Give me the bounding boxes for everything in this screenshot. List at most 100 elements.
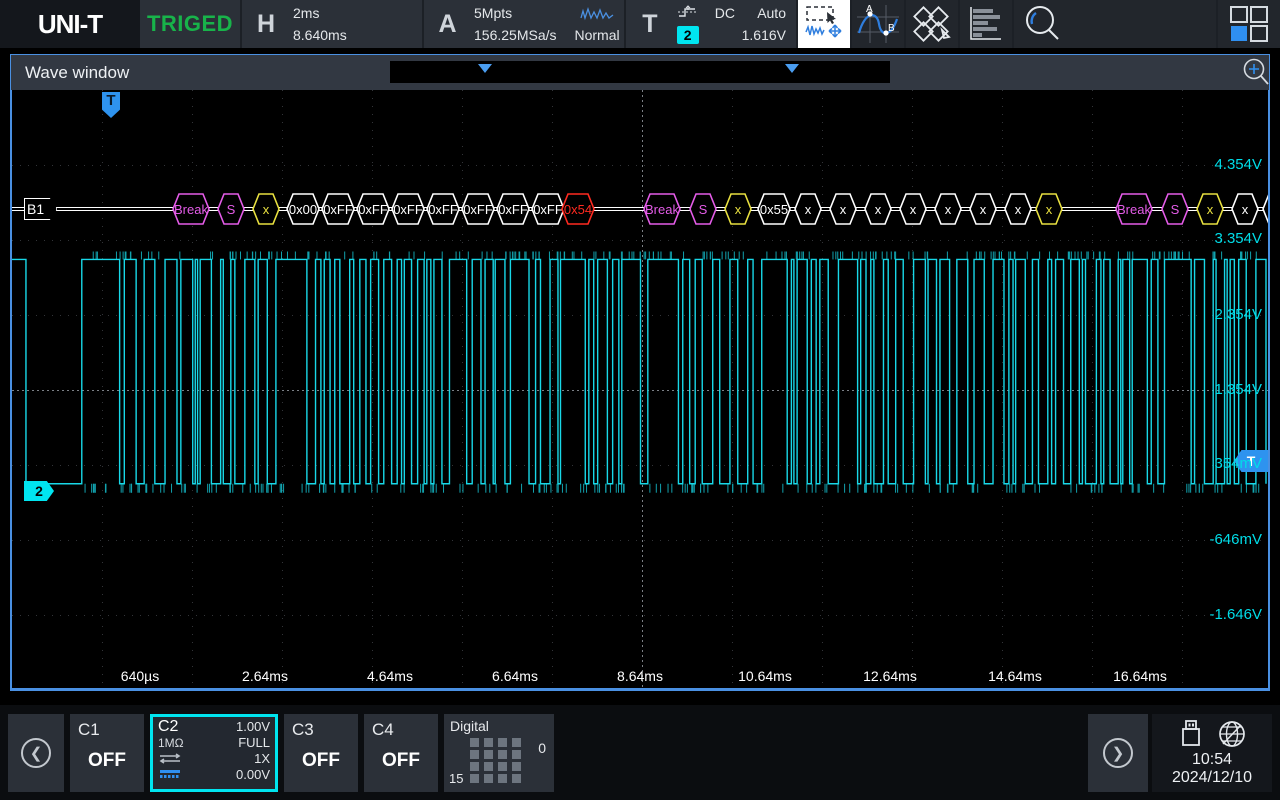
status-time: 10:54 [1192, 751, 1232, 769]
channel-c1-state: OFF [70, 750, 144, 772]
prev-page-button[interactable]: ❮ [8, 714, 64, 792]
channel-c2-bandwidth: FULL [238, 735, 270, 750]
channel2-waveform [12, 90, 1268, 688]
time-label: 2.64ms [242, 668, 288, 684]
digital-channels[interactable]: Digital 0 15 [444, 714, 554, 792]
measure-cursor-icon [803, 4, 845, 44]
digital-dot [498, 738, 507, 747]
digital-dot [512, 750, 521, 759]
top-toolbar: UNI-T TRIGED H 2ms 8.640ms A 5Mpts [0, 0, 1280, 48]
waveform-overview-bar[interactable] [390, 61, 890, 83]
channel-c2-volts-div: 1.00V [236, 719, 270, 734]
channel-c2-offset: 0.00V [236, 767, 270, 782]
horizontal-settings[interactable]: H 2ms 8.640ms [242, 0, 422, 48]
channel-c4[interactable]: C4 OFF [364, 714, 438, 792]
dc-coupling-icon [158, 752, 184, 765]
time-label: 640µs [121, 668, 159, 684]
digital-bottom-index: 15 [449, 771, 463, 786]
channel-c2-active[interactable]: C2 1.00V 1MΩ FULL 1X [150, 714, 278, 792]
digital-dot [498, 774, 507, 783]
histogram-icon [965, 4, 1007, 44]
network-icon [1218, 720, 1246, 748]
digital-dot [484, 762, 493, 771]
chevron-right-icon: ❯ [1103, 738, 1133, 768]
digital-dot [512, 774, 521, 783]
zoom-button[interactable] [1014, 0, 1072, 48]
trigger-coupling: DC [715, 5, 735, 21]
channel-c3-name: C3 [292, 720, 358, 740]
sample-rate: 156.25MSa/s [474, 27, 557, 43]
histogram-button[interactable] [960, 0, 1012, 48]
bandwidth-icon [158, 768, 184, 781]
acquire-settings[interactable]: A 5Mpts 156.25MSa/s Normal [424, 0, 624, 48]
voltage-label: 354mV [1214, 455, 1262, 472]
digital-dot [470, 762, 479, 771]
time-label: 6.64ms [492, 668, 538, 684]
overview-marker-1[interactable] [478, 64, 492, 73]
digital-dot [512, 738, 521, 747]
trigger-state-indicator: TRIGED [140, 0, 240, 48]
digital-dot [484, 774, 493, 783]
time-label: 16.64ms [1113, 668, 1167, 684]
chevron-left-icon: ❮ [21, 738, 51, 768]
brand-logo: UNI-T [0, 0, 140, 48]
status-clock[interactable]: 10:54 2024/12/10 [1152, 714, 1272, 792]
time-label: 14.64ms [988, 668, 1042, 684]
digital-dot [470, 774, 479, 783]
digital-dot [498, 750, 507, 759]
digital-top-index: 0 [538, 740, 546, 756]
channel-c3-state: OFF [284, 750, 358, 772]
math-icon [911, 4, 953, 44]
trigger-sweep: Auto [757, 5, 786, 21]
channel-c2-impedance: 1MΩ [158, 736, 184, 750]
next-page-button[interactable]: ❯ [1088, 714, 1148, 792]
xy-curve-button[interactable]: A B [852, 0, 904, 48]
time-label: 4.64ms [367, 668, 413, 684]
acquire-letter: A [428, 10, 467, 39]
voltage-label: 3.354V [1214, 230, 1262, 247]
channel-c1[interactable]: C1 OFF [70, 714, 144, 792]
math-button[interactable] [906, 0, 958, 48]
horizontal-letter: H [246, 10, 286, 39]
bottom-bar: ❮ C1 OFF C2 1.00V 1MΩ FULL 1X [0, 705, 1280, 800]
brand-label: UNI-T [38, 9, 102, 40]
waveform-trace [12, 259, 1266, 483]
svg-text:B: B [888, 23, 895, 34]
acquire-mode: Normal [575, 27, 620, 43]
digital-dot [470, 750, 479, 759]
trigger-state-label: TRIGED [147, 11, 233, 37]
quad-layout-icon [1229, 5, 1269, 43]
digital-dot [498, 762, 507, 771]
zoom-in-icon [1242, 58, 1270, 86]
channel-c2-name: C2 [158, 718, 178, 736]
channel-c1-name: C1 [78, 720, 144, 740]
overview-marker-2[interactable] [785, 64, 799, 73]
channel-c4-name: C4 [372, 720, 438, 740]
measure-cursor-button[interactable] [798, 0, 850, 48]
timebase-scale: 2ms [293, 5, 319, 21]
wave-window-title: Wave window [25, 63, 129, 83]
waveform-plot[interactable]: B1 BreakSx0x000xFF0xFF0xFF0xFF0xFF0xFF0x… [10, 90, 1270, 690]
svg-text:A: A [866, 4, 873, 15]
digital-label: Digital [450, 718, 548, 734]
quad-layout-button[interactable] [1218, 0, 1280, 48]
time-label: 8.64ms [617, 668, 663, 684]
axis-line [10, 688, 1270, 691]
voltage-label: 4.354V [1214, 156, 1262, 173]
digital-dot [512, 762, 521, 771]
digital-dot [484, 738, 493, 747]
timebase-position: 8.640ms [293, 27, 347, 43]
trigger-settings[interactable]: T DC Auto 2 1.616V [626, 0, 796, 48]
time-label: 12.64ms [863, 668, 917, 684]
memory-depth: 5Mpts [474, 5, 512, 21]
digital-dot [484, 750, 493, 759]
voltage-label: 2.354V [1214, 306, 1262, 323]
voltage-label: 1.354V [1214, 381, 1262, 398]
voltage-label: -1.646V [1209, 606, 1262, 623]
channel-c3[interactable]: C3 OFF [284, 714, 358, 792]
waveform-icon [580, 6, 614, 21]
zoom-in-button[interactable] [1242, 58, 1270, 86]
trigger-level: 1.616V [742, 27, 786, 43]
digital-dot [470, 738, 479, 747]
trigger-edge-icon [677, 5, 697, 21]
